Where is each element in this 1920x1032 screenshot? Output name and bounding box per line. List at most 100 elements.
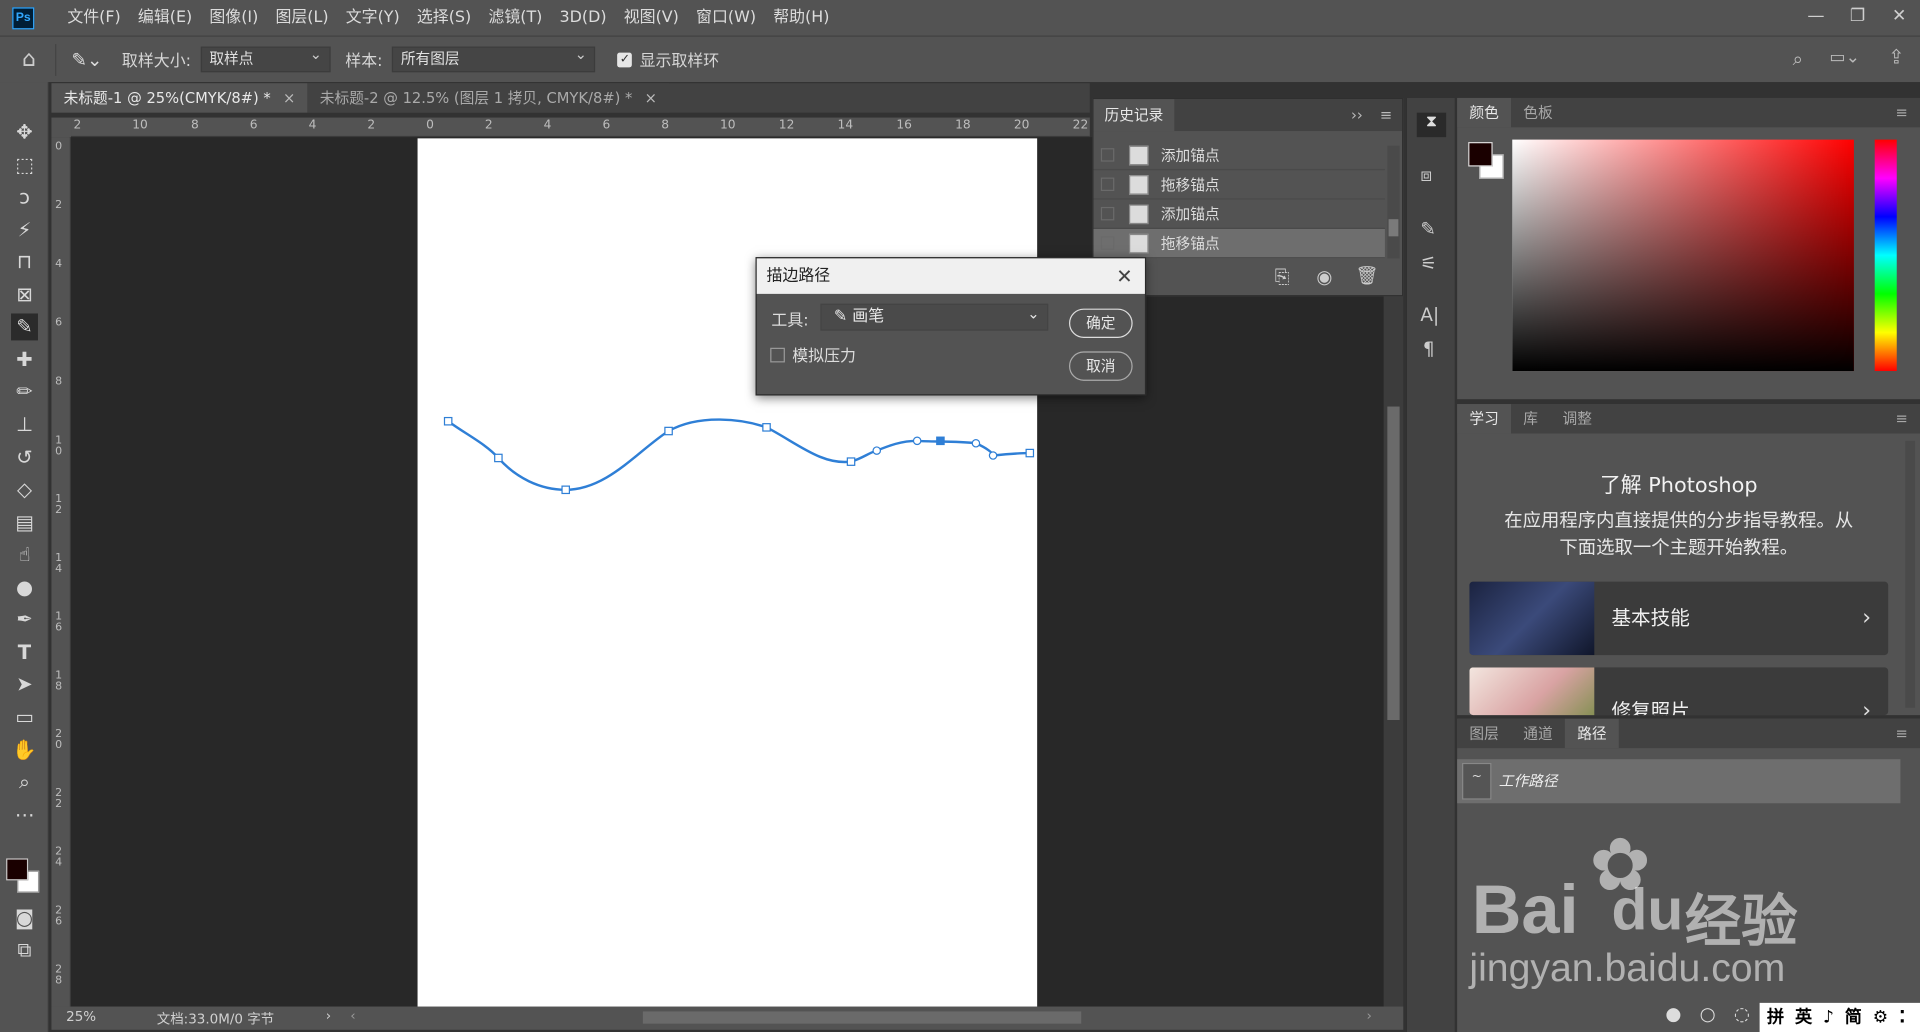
scroll-thumb[interactable] [1387,406,1400,721]
ok-button[interactable]: 确定 [1068,308,1133,338]
collapse-icon[interactable]: ›› [1351,107,1363,124]
tab-close-icon[interactable]: × [283,89,295,106]
history-tab[interactable]: 历史记录 [1093,99,1175,132]
show-ring-checkbox[interactable]: ✓ [617,52,633,67]
menu-type[interactable]: 文字(Y) [337,0,408,36]
crop-tool-icon[interactable]: ⊓ [11,249,38,276]
eraser-tool-icon[interactable]: ◇ [11,476,38,503]
tab-close-icon[interactable]: × [645,89,657,106]
eyedropper-preset-icon[interactable]: ✎⌄ [72,48,103,70]
anchor-point[interactable] [1025,448,1035,458]
status-arrow-icon[interactable]: › [326,1008,331,1024]
marquee-tool-icon[interactable]: ⬚ [11,152,38,179]
paragraph-panel-icon[interactable]: ¶ [1423,338,1435,360]
ime-toolbar[interactable]: 拼 英 ♪ 简 ⚙ ⁚ [1759,1002,1920,1032]
home-icon[interactable]: ⌂ [22,47,36,73]
history-brush-tool-icon[interactable]: ↺ [11,444,38,471]
panel-menu-icon[interactable]: ≡ [1380,107,1392,124]
scroll-left-icon[interactable]: ‹ [350,1008,355,1024]
quick-mask-icon[interactable]: ◙ [11,905,38,932]
rectangle-tool-icon[interactable]: ▭ [11,704,38,731]
sample-size-select[interactable]: 取样点 [200,43,331,73]
minimize-icon[interactable]: — [1795,0,1837,36]
brush-tool-icon[interactable]: ✏ [11,378,38,405]
color-picker-field[interactable] [1512,139,1854,372]
anchor-point[interactable] [494,453,503,463]
anchor-point[interactable] [561,485,571,495]
history-item-selected[interactable]: 拖移锚点 [1093,228,1385,259]
menu-filter[interactable]: 滤镜(T) [480,0,551,36]
panel-menu-icon[interactable]: ≡ [1883,404,1920,433]
tool-select[interactable]: ✎ 画笔 ⌄ [820,303,1049,331]
tutorial-card-basics[interactable]: 基本技能 › [1469,581,1889,656]
character-panel-icon[interactable]: A| [1420,304,1439,326]
frame-tool-icon[interactable]: ⊠ [11,282,38,309]
foreground-color-swatch[interactable] [1468,142,1493,167]
tab-document-1[interactable]: 未标题-1 @ 25%(CMYK/8#) * × [51,83,308,113]
brush-settings-icon[interactable]: ✎ [1420,218,1435,240]
hue-slider[interactable] [1874,139,1897,372]
snapshot-icon[interactable]: ◉ [1316,266,1332,288]
sample-select[interactable]: 所有图层 [392,43,596,73]
menu-layer[interactable]: 图层(L) [267,0,337,36]
history-item[interactable]: 添加锚点 [1093,141,1385,171]
gradient-tool-icon[interactable]: ▤ [11,509,38,536]
menu-3d[interactable]: 3D(D) [551,0,615,36]
tab-channels[interactable]: 通道 [1511,719,1565,748]
panel-menu-icon[interactable]: ≡ [1883,98,1920,127]
anchor-point-selected[interactable] [936,436,945,446]
history-scrollbar[interactable] [1387,145,1400,259]
lasso-tool-icon[interactable]: ↄ [11,184,38,211]
menu-select[interactable]: 选择(S) [408,0,480,36]
menu-image[interactable]: 图像(I) [201,0,267,36]
tab-adjustments[interactable]: 调整 [1550,404,1604,433]
healing-brush-tool-icon[interactable]: ✚ [11,347,38,374]
anchor-point[interactable] [846,457,856,466]
smudge-tool-icon[interactable]: ☝ [11,541,38,568]
search-icon[interactable]: ⌕ [1793,48,1803,70]
close-icon[interactable]: ✕ [1878,0,1920,36]
share-icon[interactable]: ⇪ [1888,45,1904,68]
path-selection-tool-icon[interactable]: ➤ [11,671,38,698]
horizontal-scroll-thumb[interactable] [642,1011,1082,1024]
3d-panel-icon[interactable]: ⧈ [1420,164,1432,186]
simulate-pressure-checkbox[interactable] [770,347,785,363]
dialog-title-bar[interactable]: 描边路径 ✕ [756,258,1145,294]
magic-wand-tool-icon[interactable]: ⚡ [11,217,38,244]
screen-mode-icon[interactable]: ⧉ [11,937,38,964]
tab-swatches[interactable]: 色板 [1511,98,1565,127]
restore-icon[interactable]: ❐ [1837,0,1879,36]
new-document-from-state-icon[interactable]: ⎘ [1275,266,1290,288]
zoom-level[interactable]: 25% [66,1009,96,1025]
hand-tool-icon[interactable]: ✋ [11,737,38,764]
path-row-work-path[interactable]: ~ 工作路径 [1457,759,1901,804]
history-item[interactable]: 拖移锚点 [1093,170,1385,200]
anchor-point[interactable] [762,423,771,432]
anchor-point[interactable] [664,426,673,436]
tutorial-card-fix-photos[interactable]: 修复照片 › [1469,667,1889,716]
more-tools-icon[interactable]: ⋯ [11,802,38,829]
eyedropper-tool-icon[interactable]: ✎ [11,313,38,341]
pen-tool-icon[interactable]: ✒ [11,606,38,633]
menu-edit[interactable]: 编辑(E) [129,0,200,36]
menu-window[interactable]: 窗口(W) [687,0,764,36]
scroll-right-icon[interactable]: › [1367,1008,1372,1024]
handle-point[interactable] [872,446,882,455]
tab-layers[interactable]: 图层 [1457,719,1511,748]
history-panel-icon[interactable]: ⧗ [1416,112,1447,138]
anchor-point[interactable] [443,416,453,426]
menu-file[interactable]: 文件(F) [59,0,130,36]
tab-libraries[interactable]: 库 [1511,404,1550,433]
delete-icon[interactable]: 🗑 [1356,264,1379,286]
dialog-close-icon[interactable]: ✕ [1116,258,1132,294]
move-tool-icon[interactable]: ✥ [11,119,38,146]
panel-menu-icon[interactable]: ≡ [1883,719,1920,748]
handle-point[interactable] [912,436,922,446]
tab-learn[interactable]: 学习 [1457,404,1512,434]
workspace-icon[interactable]: ▭⌄ [1829,48,1860,68]
tab-color[interactable]: 颜色 [1457,97,1512,128]
stamp-tool-icon[interactable]: ⊥ [11,411,38,438]
zoom-tool-icon[interactable]: ⌕ [11,769,38,796]
dodge-tool-icon[interactable]: ● [11,574,38,601]
learn-scrollbar[interactable] [1905,440,1916,708]
